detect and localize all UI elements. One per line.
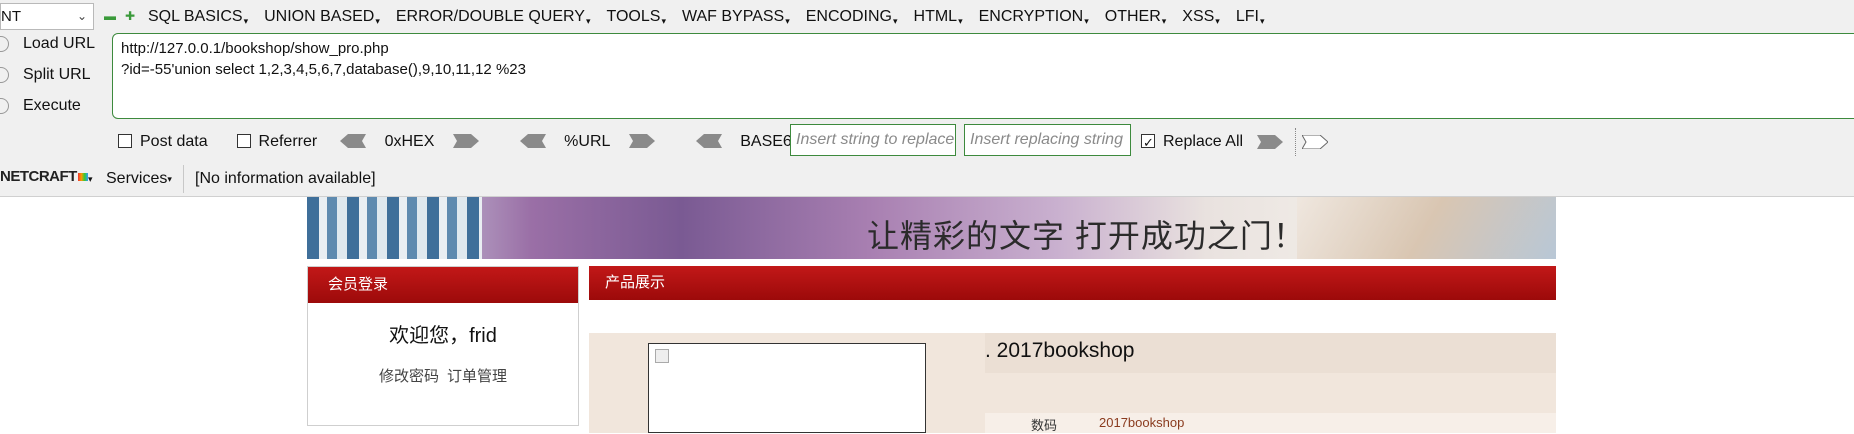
- product-attr-label: 数码: [1031, 418, 1058, 433]
- dropdown-icon: ▾: [661, 16, 666, 26]
- url-encode-arrow-icon[interactable]: [628, 133, 655, 148]
- product-image[interactable]: [648, 343, 926, 433]
- hackbar-menu: SQL BASICS▾ UNION BASED▾ ERROR/DOUBLE QU…: [148, 6, 1280, 28]
- change-password-link[interactable]: 修改密码: [379, 368, 439, 385]
- hex-encode-arrow-icon[interactable]: [452, 133, 479, 148]
- divider: [1295, 128, 1297, 156]
- product-detail: . 2017bookshop 数码 2017bookshop: [589, 333, 1556, 433]
- member-login-panel: 会员登录 欢迎您，frid 修改密码 订单管理: [307, 266, 579, 426]
- dropdown-icon: ▾: [892, 16, 898, 26]
- url-line-1: http://127.0.0.1/bookshop/show_pro.php: [121, 40, 389, 57]
- product-title: . 2017bookshop: [985, 339, 1135, 362]
- member-login-header: 会员登录: [308, 267, 578, 303]
- replace-all-checkbox[interactable]: [1141, 130, 1155, 156]
- menu-error-double-query[interactable]: ERROR/DOUBLE QUERY▾: [396, 6, 591, 28]
- dropdown-icon: ▾: [785, 16, 790, 26]
- bookshop-page: 让精彩的文字 打开成功之门！ 会员登录 欢迎您，frid 修改密码 订单管理 产品…: [307, 197, 1556, 433]
- find-string-input[interactable]: Insert string to replace: [790, 124, 956, 156]
- url-line-2: ?id=-55'union select 1,2,3,4,5,6,7,datab…: [121, 61, 526, 78]
- load-url-button[interactable]: Load URL: [0, 32, 95, 56]
- split-icon: [0, 66, 9, 83]
- services-menu[interactable]: Services▾: [106, 168, 172, 190]
- payload-select[interactable]: NT ⌄: [0, 3, 94, 30]
- dropdown-icon: ▾: [167, 174, 172, 184]
- execute-button[interactable]: Execute: [0, 94, 81, 118]
- menu-html[interactable]: HTML▾: [914, 6, 963, 28]
- referrer-toggle[interactable]: Referrer: [236, 133, 317, 150]
- site-banner: 让精彩的文字 打开成功之门！: [307, 197, 1556, 259]
- product-header: 产品展示: [589, 266, 1556, 300]
- menu-encoding[interactable]: ENCODING▾: [806, 6, 898, 28]
- menu-sql-basics[interactable]: SQL BASICS▾: [148, 6, 248, 28]
- broken-image-icon: [655, 349, 669, 363]
- menu-union-based[interactable]: UNION BASED▾: [264, 6, 380, 28]
- banner-slogan: 让精彩的文字 打开成功之门！: [867, 218, 1306, 254]
- menu-xss[interactable]: XSS▾: [1182, 6, 1220, 28]
- product-attr-row: 数码 2017bookshop: [985, 413, 1556, 433]
- hackbar-options-row: Post data Referrer 0xHEX %URL BASE64: [118, 129, 846, 155]
- user-links: 修改密码 订单管理: [308, 365, 578, 386]
- dropdown-icon: ▾: [243, 16, 249, 26]
- more-arrow-icon[interactable]: [1302, 135, 1328, 149]
- dropdown-icon: ▾: [1161, 16, 1167, 26]
- base64-decode-arrow-icon[interactable]: [695, 133, 722, 148]
- post-data-toggle[interactable]: Post data: [118, 133, 208, 150]
- dropdown-icon: ▾: [1215, 16, 1220, 26]
- dropdown-icon: ▾: [958, 16, 963, 26]
- netcraft-flag-icon: [77, 173, 88, 182]
- url-decode-arrow-icon[interactable]: [519, 133, 546, 148]
- product-panel: 产品展示 . 2017bookshop 数码 2017bookshop: [589, 266, 1556, 433]
- minus-icon[interactable]: ▬: [104, 10, 116, 22]
- menu-encryption[interactable]: ENCRYPTION▾: [979, 6, 1089, 28]
- replace-all-toggle[interactable]: Replace All: [1141, 129, 1243, 156]
- netcraft-logo[interactable]: NETCRAFT: [0, 168, 88, 185]
- order-manage-link[interactable]: 订单管理: [447, 368, 507, 385]
- dropdown-icon: ▾: [1084, 16, 1089, 26]
- plus-icon[interactable]: ✚: [124, 10, 136, 22]
- banner-books-image: [307, 197, 482, 259]
- product-attr-value: 2017bookshop: [1099, 415, 1185, 430]
- split-url-button[interactable]: Split URL: [0, 63, 91, 87]
- url-textarea[interactable]: http://127.0.0.1/bookshop/show_pro.php ?…: [112, 33, 1854, 119]
- divider: [183, 165, 184, 193]
- load-icon: [0, 35, 9, 52]
- hackbar-toolbar: NT ⌄ ▬ ✚ SQL BASICS▾ UNION BASED▾ ERROR/…: [0, 0, 1854, 197]
- url-label: %URL: [564, 133, 611, 150]
- banner-open-book-image: [1297, 197, 1556, 259]
- replace-arrow-icon[interactable]: [1257, 135, 1283, 149]
- dropdown-icon: ▾: [1259, 16, 1265, 26]
- menu-lfi[interactable]: LFI▾: [1236, 6, 1265, 28]
- menu-other[interactable]: OTHER▾: [1105, 6, 1167, 28]
- netcraft-dropdown-icon[interactable]: ▾: [88, 168, 93, 190]
- menu-waf-bypass[interactable]: WAF BYPASS▾: [682, 6, 790, 28]
- dropdown-icon: ▾: [375, 16, 380, 26]
- execute-icon: [0, 97, 9, 114]
- payload-select-value: NT: [1, 8, 21, 25]
- hex-label: 0xHEX: [384, 133, 435, 150]
- dropdown-icon: ▾: [585, 16, 591, 26]
- post-data-checkbox[interactable]: [118, 133, 132, 148]
- referrer-checkbox[interactable]: [236, 133, 251, 148]
- hex-decode-arrow-icon[interactable]: [340, 133, 367, 148]
- netcraft-info: [No information available]: [195, 170, 376, 187]
- menu-tools[interactable]: TOOLS▾: [606, 6, 665, 28]
- chevron-down-icon: ⌄: [76, 9, 87, 23]
- welcome-text: 欢迎您，frid: [389, 325, 497, 347]
- replace-string-input[interactable]: Insert replacing string: [964, 124, 1131, 156]
